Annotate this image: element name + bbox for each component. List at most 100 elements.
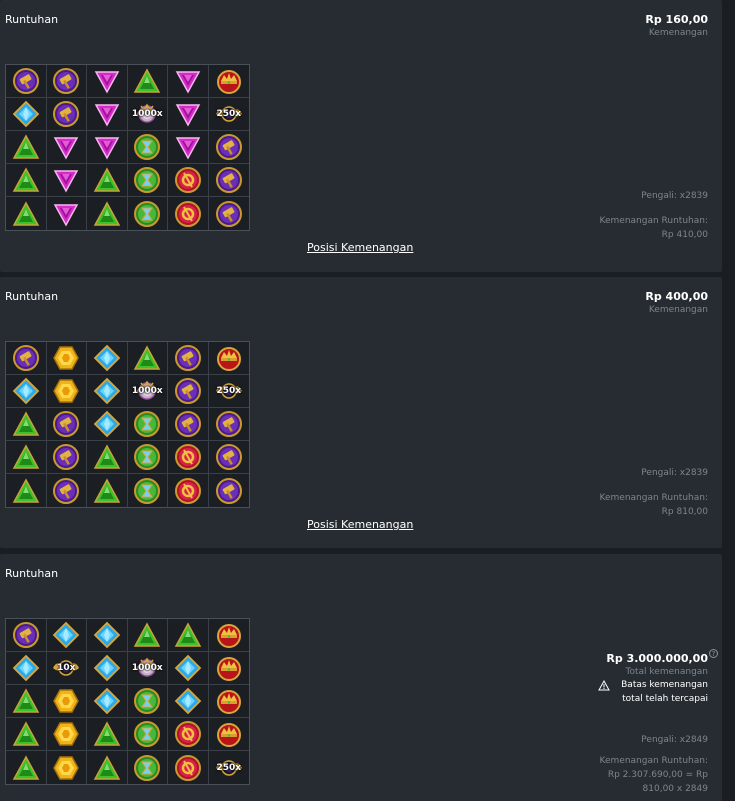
hammer-of-zeus-icon [174,377,202,405]
win-amount-label: Kemenangan [648,28,708,38]
grid-cell [46,441,87,474]
grid-cell [168,408,209,441]
pink-triangle-gem-icon [93,133,121,161]
green-triangle-gem-icon [12,443,40,471]
hammer-of-zeus-icon [174,410,202,438]
win-amount-label: Kemenangan [648,305,708,315]
grid-cell [6,751,47,784]
hammer-of-zeus-icon [12,67,40,95]
grid-cell [6,197,47,230]
cascade-win-formula: Rp 2.307.690,00 = Rp [607,770,708,780]
grid-cell [208,408,249,441]
grid-cell: 1000x [127,98,168,131]
cascade-panel-1: Runtuhan Rp 160,00 Kemenangan 1000x 250x … [0,0,722,272]
grid-cell [46,685,87,718]
grid-cell [208,65,249,98]
grid-cell [168,342,209,375]
grid-cell [208,164,249,197]
grid-cell [6,342,47,375]
hammer-of-zeus-icon [215,477,243,505]
red-ring-icon [174,754,202,782]
grid-cell [208,619,249,652]
panel-title: Runtuhan [5,567,59,580]
green-triangle-gem-icon [93,166,121,194]
pink-triangle-gem-icon [52,166,80,194]
multiplier-text: Pengali: x2839 [641,191,708,201]
grid-cell [6,65,47,98]
red-ring-icon [174,166,202,194]
green-triangle-gem-icon [12,200,40,228]
grid-cell [46,98,87,131]
hammer-of-zeus-icon [52,410,80,438]
cascade-panel-3: Runtuhan 10x 1000x 250x Rp 3.000.000,00 To… [0,554,722,801]
hammer-of-zeus-icon [215,133,243,161]
grid-cell [127,619,168,652]
green-hourglass-icon [133,200,161,228]
grid-cell [87,474,128,507]
cascade-win-label: Kemenangan Runtuhan: [599,216,708,226]
multiplier-text: Pengali: x2849 [641,735,708,745]
green-triangle-gem-icon [133,67,161,95]
pink-triangle-gem-icon [174,133,202,161]
grid-cell [208,131,249,164]
green-hourglass-icon [133,687,161,715]
green-triangle-gem-icon [12,687,40,715]
grid-cell [127,164,168,197]
pink-triangle-gem-icon [174,100,202,128]
grid-cell [168,164,209,197]
green-hourglass-icon [133,410,161,438]
red-ring-icon [174,200,202,228]
yellow-hexagon-gem-icon [52,687,80,715]
grid-cell [168,751,209,784]
grid-cell [87,652,128,685]
grid-cell: 250x [209,751,250,784]
cascade-win-value: Rp 410,00 [661,230,708,240]
grid-cell: 1000x [127,375,168,408]
red-ring-icon [174,720,202,748]
panel-title: Runtuhan [5,290,59,303]
win-cap-warning-line2: total telah tercapai [622,694,708,704]
symbol-grid: 1000x 250x [5,64,250,231]
blue-diamond-gem-icon [174,654,202,682]
grid-cell [168,98,209,131]
yellow-hexagon-gem-icon [52,754,80,782]
red-ring-icon [174,443,202,471]
panel-title: Runtuhan [5,13,59,26]
multiplier-label: 1000x [131,663,163,673]
multiplier-label: 250x [216,109,242,119]
win-positions-link[interactable]: Posisi Kemenangan [307,241,413,254]
grid-cell [128,751,168,784]
blue-diamond-gem-icon [93,687,121,715]
crown-icon [215,654,243,682]
pink-triangle-gem-icon [174,67,202,95]
grid-cell [87,375,128,408]
grid-cell [127,342,168,375]
help-icon[interactable]: ? [709,649,718,658]
win-positions-link[interactable]: Posisi Kemenangan [307,518,413,531]
red-ring-icon [174,477,202,505]
grid-cell [46,65,87,98]
blue-diamond-gem-icon [93,410,121,438]
green-triangle-gem-icon [12,754,40,782]
grid-cell [168,474,209,507]
green-hourglass-icon [133,133,161,161]
grid-cell [6,619,47,652]
scrollbar-track[interactable] [723,0,735,801]
green-triangle-gem-icon [133,344,161,372]
yellow-hexagon-gem-icon [52,720,80,748]
grid-cell [127,718,168,751]
grid-cell [6,164,47,197]
grid-cell [87,718,128,751]
grid-cell [127,131,168,164]
grid-cell [47,474,87,507]
grid-cell [6,685,47,718]
grid-cell [46,342,87,375]
grid-cell [87,751,128,784]
grid-cell: 10x [46,652,87,685]
grid-cell [168,131,209,164]
green-hourglass-icon [133,477,161,505]
blue-diamond-gem-icon [12,377,40,405]
green-triangle-gem-icon [12,477,40,505]
grid-cell [168,375,209,408]
grid-cell [208,441,249,474]
